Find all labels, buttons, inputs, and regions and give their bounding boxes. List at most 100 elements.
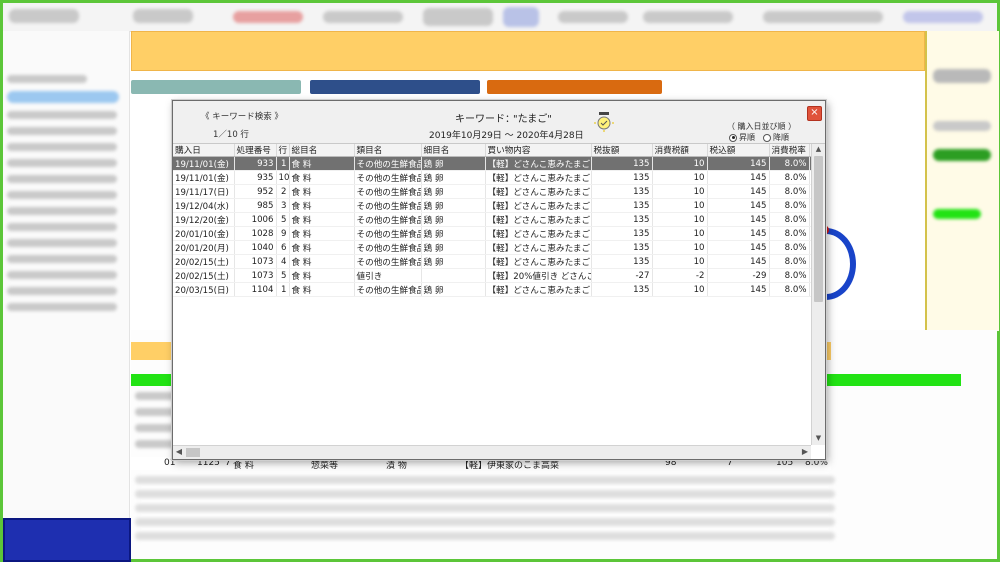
sort-ascending-label: 昇順 [739,133,755,142]
table-cell: 5 [276,212,290,227]
col-purchase-date[interactable]: 購入日 [173,144,235,157]
table-row[interactable]: 20/02/15(土)10735食 料値引き【軽】20%値引き どさんこ恵みた-… [173,268,811,283]
table-row[interactable]: 19/11/17(日) 952 2 食 料その他の生鮮食品鶏 卵【軽】どさんこ恵みたま… [173,184,811,199]
scroll-left-icon[interactable]: ◀ [174,447,184,457]
table-cell: 135 [591,240,653,255]
table-cell: 6 [276,240,290,255]
table-cell: 【軽】20%値引き どさんこ恵みた [485,268,592,283]
table-cell: 1006 [234,212,277,227]
table-row[interactable]: 20/02/15(土) 1073 4 食 料その他の生鮮食品鶏 卵【軽】どさんこ恵みた… [173,254,811,269]
table-cell: 145 [707,156,770,171]
table-row[interactable]: 20/01/10(金) 1028 9 食 料その他の生鮮食品鶏 卵【軽】どさんこ恵みた… [173,226,811,241]
table-cell: 食 料 [289,254,355,269]
table-cell: 135 [591,198,653,213]
table-cell: 19/11/01(金) [173,156,235,171]
col-tax-rate[interactable]: 消費税率 [769,144,810,157]
results-grid: 購入日 処理番号 行 総目名 類目名 細目名 買い物内容 税抜額 消費税額 税込… [173,144,811,445]
table-cell: 2 [276,184,290,199]
table-cell: その他の生鮮食品 [354,170,422,185]
row-count: 1／10 行 [213,130,249,140]
col-process-number[interactable]: 処理番号 [234,144,277,157]
table-cell: 【軽】どさんこ恵みたまご 10個P [485,282,592,297]
scroll-up-icon[interactable]: ▲ [814,145,823,155]
table-row[interactable]: 20/01/20(月) 1040 6 食 料その他の生鮮食品鶏 卵【軽】どさんこ恵みた… [173,240,811,255]
scroll-right-icon[interactable]: ▶ [800,447,810,457]
table-cell: 985 [234,198,277,213]
bottom-left-block [3,518,131,562]
horizontal-scrollbar[interactable]: ◀ ▶ [173,445,811,459]
sort-ascending-radio[interactable]: 昇順 [729,132,755,143]
table-cell: -29 [707,268,770,283]
table-cell: 145 [707,212,770,227]
table-row[interactable]: 19/11/01(金) 935 10 食 料その他の生鮮食品鶏 卵【軽】どさんこ恵みた… [173,170,811,185]
table-cell: 20/02/15(土) [173,268,235,283]
col-line[interactable]: 行 [276,144,290,157]
table-cell: 鶏 卵 [421,198,486,213]
table-cell: 食 料 [289,170,355,185]
table-cell: 10 [652,156,708,171]
lightbulb-icon [594,112,614,132]
table-row[interactable]: 20/03/15(日) 1104 1 食 料その他の生鮮食品鶏 卵【軽】どさんこ恵みた… [173,282,811,297]
table-cell: 食 料 [289,226,355,241]
table-cell: 145 [707,170,770,185]
sort-descending-radio[interactable]: 降順 [763,132,789,143]
table-cell: 【軽】どさんこ恵みたまご 10個P [485,198,592,213]
table-cell: 10 [276,170,290,185]
table-cell: 10 [652,170,708,185]
table-cell [421,268,486,283]
table-cell: 135 [591,254,653,269]
col-pretax[interactable]: 税抜額 [591,144,653,157]
col-category[interactable]: 総目名 [289,144,355,157]
table-cell: 5 [276,268,290,283]
close-button[interactable]: × [807,106,822,121]
summary-bar-3 [487,80,662,94]
table-cell: 20/01/20(月) [173,240,235,255]
table-cell: その他の生鮮食品 [354,212,422,227]
summary-bar-2 [310,80,480,94]
table-cell: 食 料 [289,156,355,171]
table-cell: 135 [591,212,653,227]
table-cell: 1 [276,156,290,171]
table-cell: -27 [591,268,653,283]
vertical-scroll-thumb[interactable] [814,156,823,302]
table-cell: 19/12/20(金) [173,212,235,227]
table-row[interactable]: 19/12/04(水) 985 3 食 料その他の生鮮食品鶏 卵【軽】どさんこ恵みたま… [173,198,811,213]
table-cell: 【軽】どさんこ恵みたまご 10個P [485,184,592,199]
table-cell: 19/12/04(水) [173,198,235,213]
table-cell: 鶏 卵 [421,226,486,241]
col-tax[interactable]: 消費税額 [652,144,708,157]
table-cell: 【軽】どさんこ恵みたまご 10個P [485,170,592,185]
table-cell: 135 [591,156,653,171]
table-cell: その他の生鮮食品 [354,240,422,255]
table-cell: 135 [591,226,653,241]
summary-band [131,31,925,71]
table-cell: 135 [591,184,653,199]
col-total[interactable]: 税込額 [707,144,770,157]
keyword-label: キーワード： [455,114,515,125]
table-cell: 鶏 卵 [421,254,486,269]
table-cell: 8.0% [769,268,810,283]
table-cell: 935 [234,170,277,185]
table-cell: 8.0% [769,198,810,213]
col-content[interactable]: 買い物内容 [485,144,592,157]
table-row[interactable]: 19/11/01(金) 933 1 食 料その他の生鮮食品鶏 卵【軽】どさんこ恵みたま… [173,156,811,171]
col-subcategory[interactable]: 類目名 [354,144,422,157]
table-cell: 8.0% [769,254,810,269]
date-range: 2019年10月29日 ～ 2020年4月28日 [429,131,584,141]
table-cell: 145 [707,282,770,297]
table-cell: その他の生鮮食品 [354,156,422,171]
table-cell: 10 [652,184,708,199]
table-row[interactable]: 19/12/20(金) 1006 5 食 料その他の生鮮食品鶏 卵【軽】どさんこ恵みた… [173,212,811,227]
vertical-scrollbar[interactable]: ▲ ▼ [811,144,825,445]
scroll-down-icon[interactable]: ▼ [814,434,823,444]
table-cell: 20/03/15(日) [173,282,235,297]
table-cell: 20/02/15(土) [173,254,235,269]
table-cell: 鶏 卵 [421,240,486,255]
col-detail[interactable]: 細目名 [421,144,486,157]
table-cell: 食 料 [289,212,355,227]
table-cell: 【軽】どさんこ恵みたまご 10個P [485,226,592,241]
horizontal-scroll-thumb[interactable] [186,448,200,457]
summary-bar-1 [131,80,301,94]
table-cell: 食 料 [289,282,355,297]
table-cell: 【軽】どさんこ恵みたまご 10個P [485,254,592,269]
